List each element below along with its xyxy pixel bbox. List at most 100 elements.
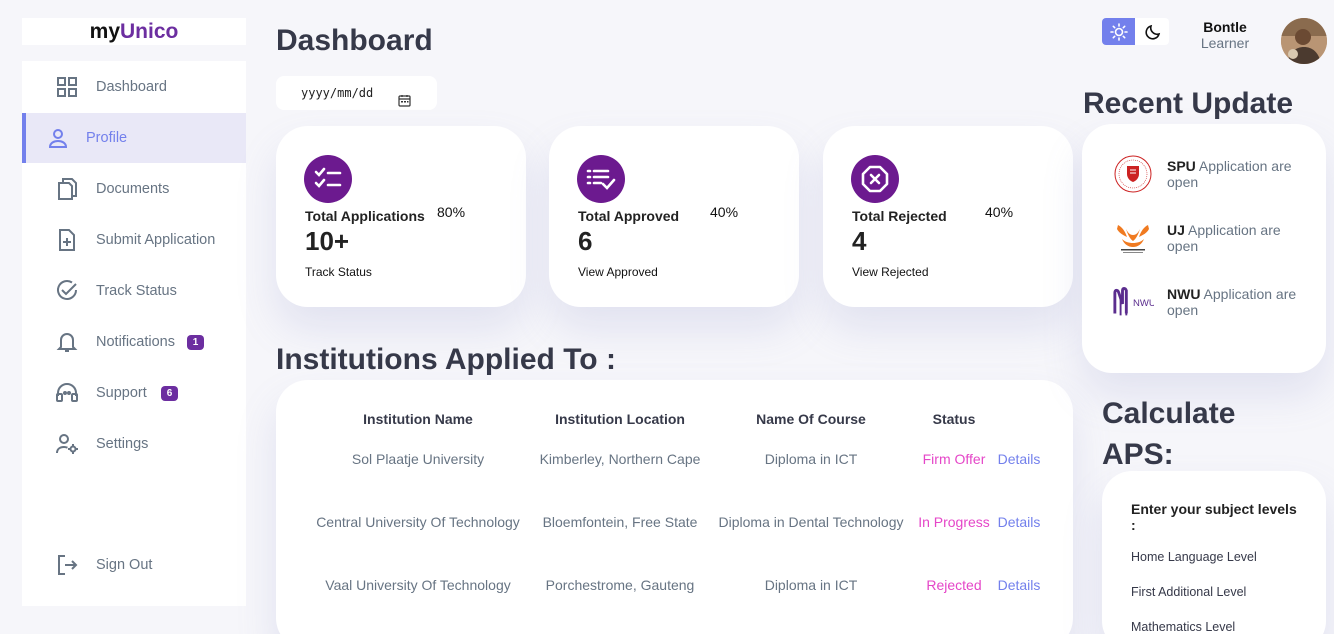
user-settings-icon	[55, 432, 79, 456]
update-text: UJ Application are open	[1167, 222, 1307, 254]
file-plus-icon	[55, 228, 79, 252]
user-name: Bontle	[1203, 19, 1247, 35]
cell-course: Diploma in Dental Technology	[718, 514, 904, 530]
stat-card-rejected: Total Rejected 40% 4 View Rejected	[823, 126, 1073, 307]
avatar[interactable]	[1281, 18, 1327, 64]
details-link[interactable]: Details	[998, 577, 1041, 593]
cell-status: Firm Offer	[922, 451, 986, 467]
first-additional-level-label: First Additional Level	[1131, 585, 1247, 599]
stat-card-approved: Total Approved 40% 6 View Approved	[549, 126, 799, 307]
sidebar-item-track-status[interactable]: Track Status	[22, 266, 246, 316]
update-text: NWU Application are open	[1167, 286, 1307, 318]
aps-heading: Enter your subject levels :	[1131, 501, 1297, 533]
sign-out-label: Sign Out	[96, 557, 153, 573]
details-link[interactable]: Details	[998, 451, 1041, 467]
checklist-icon	[304, 155, 352, 203]
institutions-table: Institution Name Institution Location Na…	[276, 380, 1073, 634]
sidebar-item-notifications[interactable]: Notifications 1	[22, 317, 246, 367]
update-institution: SPU	[1167, 158, 1196, 174]
uj-logo	[1112, 217, 1154, 259]
list-check-icon	[577, 155, 625, 203]
sidebar-item-label: Documents	[96, 181, 170, 197]
cell-location: Kimberley, Northern Cape	[539, 451, 701, 467]
check-circle-icon	[55, 279, 79, 303]
home-language-level-label: Home Language Level	[1131, 550, 1257, 564]
column-header: Name Of Course	[756, 411, 866, 427]
update-message: Application are open	[1167, 222, 1281, 254]
view-rejected-link[interactable]: View Rejected	[852, 265, 929, 279]
stat-title: Total Rejected	[852, 208, 947, 224]
sign-out-icon	[55, 553, 79, 577]
calendar-icon[interactable]	[398, 86, 411, 120]
date-placeholder: yyyy/mm/dd	[301, 86, 374, 100]
sidebar-item-support[interactable]: Support 6	[22, 368, 246, 418]
cell-course: Diploma in ICT	[764, 451, 858, 467]
update-item[interactable]: SPU Application are open	[1082, 153, 1326, 213]
stat-value: 6	[578, 226, 593, 256]
cell-status: In Progress	[918, 514, 990, 530]
stat-card-applications: Total Applications 80% 10+ Track Status	[276, 126, 526, 307]
sidebar-item-sign-out[interactable]: Sign Out	[22, 540, 246, 590]
page-title: Dashboard	[276, 24, 433, 57]
date-input[interactable]: yyyy/mm/dd	[276, 76, 437, 110]
cell-institution-name: Sol Plaatje University	[351, 451, 485, 467]
recent-update-title: Recent Update	[1083, 87, 1294, 120]
stat-title: Total Approved	[578, 208, 680, 224]
stat-percent: 80%	[437, 204, 466, 220]
documents-icon	[55, 177, 79, 201]
bell-icon	[55, 330, 79, 354]
headset-icon	[55, 381, 79, 405]
stat-value: 4	[852, 226, 867, 256]
sidebar-item-settings[interactable]: Settings	[22, 419, 246, 469]
moon-icon[interactable]	[1136, 18, 1169, 45]
sun-icon[interactable]	[1102, 18, 1135, 45]
logo-accent: Unico	[120, 20, 179, 43]
nwu-logo: NWU	[1112, 281, 1154, 323]
sidebar-item-label: Settings	[96, 436, 149, 452]
sidebar-item-profile[interactable]: Profile	[22, 113, 246, 163]
column-header: Status	[932, 411, 976, 427]
stat-percent: 40%	[710, 204, 739, 220]
cell-institution-name: Vaal University Of Technology	[325, 577, 511, 593]
column-header: Institution Name	[363, 411, 473, 427]
update-item[interactable]: NWU NWU Application are open	[1082, 281, 1326, 341]
spu-logo	[1112, 153, 1154, 195]
sidebar-item-submit-application[interactable]: Submit Application	[22, 215, 246, 265]
sidebar-item-label: Submit Application	[96, 232, 216, 248]
sidebar-item-label: Support	[96, 385, 147, 401]
user-icon	[46, 126, 70, 150]
support-badge: 6	[161, 385, 178, 401]
aps-card: Enter your subject levels : Home Languag…	[1102, 471, 1326, 634]
recent-update-card: SPU Application are open UJ Application …	[1082, 124, 1326, 373]
svg-text:NWU: NWU	[1133, 298, 1154, 309]
track-status-link[interactable]: Track Status	[305, 265, 372, 279]
column-header: Institution Location	[555, 411, 685, 427]
cell-status: Rejected	[926, 577, 982, 593]
sidebar-item-label: Track Status	[96, 283, 177, 299]
sidebar-item-label: Dashboard	[96, 79, 167, 95]
sidebar-item-documents[interactable]: Documents	[22, 164, 246, 214]
sidebar-item-label: Notifications	[96, 334, 175, 350]
user-role: Learner	[1200, 35, 1250, 51]
stat-percent: 40%	[985, 204, 1014, 220]
update-item[interactable]: UJ Application are open	[1082, 217, 1326, 277]
cell-location: Bloemfontein, Free State	[542, 514, 698, 530]
cell-course: Diploma in ICT	[764, 577, 858, 593]
app-logo[interactable]: myUnico	[22, 18, 246, 45]
sidebar-item-dashboard[interactable]: Dashboard	[22, 62, 246, 112]
update-text: SPU Application are open	[1167, 158, 1307, 190]
update-institution: NWU	[1167, 286, 1201, 302]
mathematics-level-label: Mathematics Level	[1131, 620, 1236, 634]
aps-title: Calculate APS:	[1102, 397, 1236, 471]
cell-location: Porchestrome, Gauteng	[545, 577, 695, 593]
theme-toggle[interactable]	[1102, 18, 1169, 45]
stat-value: 10+	[305, 226, 350, 256]
view-approved-link[interactable]: View Approved	[578, 265, 658, 279]
cell-institution-name: Central University Of Technology	[316, 514, 520, 530]
stat-title: Total Applications	[305, 208, 425, 224]
update-institution: UJ	[1167, 222, 1185, 238]
x-octagon-icon	[851, 155, 899, 203]
grid-icon	[55, 75, 79, 99]
notification-badge: 1	[187, 334, 204, 350]
details-link[interactable]: Details	[998, 514, 1041, 530]
